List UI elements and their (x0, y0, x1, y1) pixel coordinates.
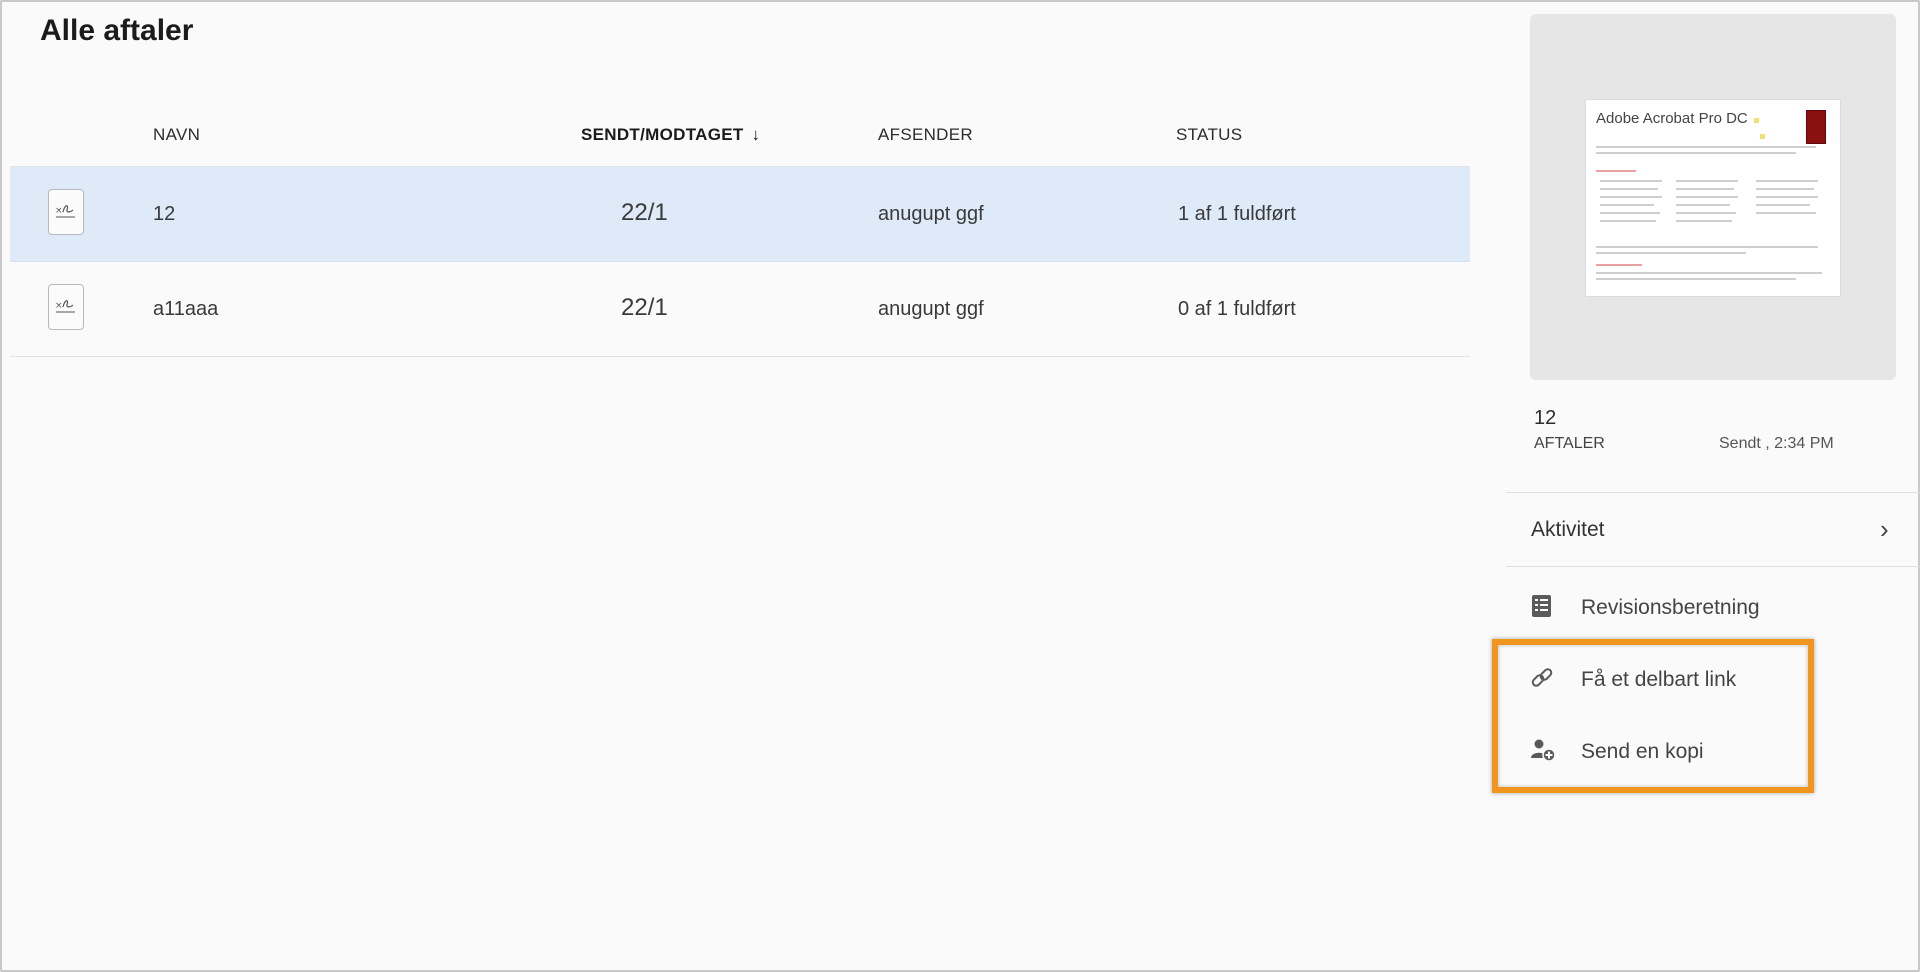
table-row[interactable]: × a11aaa 22/1 anugupt ggf 0 af 1 fuldfør… (10, 262, 1470, 357)
text-line (1756, 188, 1814, 190)
text-line (1596, 146, 1816, 148)
arrow-down-icon: ↓ (751, 125, 761, 144)
text-line (1600, 188, 1658, 190)
text-line (1600, 196, 1662, 198)
divider (1506, 566, 1920, 567)
add-user-icon (1530, 738, 1556, 762)
audit-report-icon (1530, 594, 1554, 618)
text-line (1756, 196, 1818, 198)
row-name: 12 (153, 203, 176, 225)
row-sender: anugupt ggf (878, 298, 984, 320)
link-icon (1530, 666, 1554, 690)
app-window: Alle aftaler NAVN SENDT/MODTAGET ↓ AFSEND… (0, 0, 1920, 972)
row-date: 22/1 (621, 294, 668, 321)
thumbnail-title: Adobe Acrobat Pro DC (1596, 110, 1748, 127)
column-header-sent-received-label: SENDT/MODTAGET (581, 125, 744, 144)
text-line (1596, 252, 1746, 254)
row-status: 1 af 1 fuldført (1178, 203, 1296, 225)
activity-row[interactable]: Aktivitet › (1506, 492, 1920, 566)
document-preview[interactable]: Adobe Acrobat Pro DC (1530, 14, 1896, 380)
text-line (1756, 212, 1816, 214)
column-header-status[interactable]: STATUS (1176, 125, 1242, 145)
text-line (1596, 272, 1822, 274)
decoration-dot (1760, 134, 1765, 139)
text-line (1676, 212, 1736, 214)
activity-label: Aktivitet (1531, 518, 1605, 541)
decoration-dot (1754, 118, 1759, 123)
document-icon: × (48, 189, 84, 235)
text-line (1600, 204, 1654, 206)
send-copy-label: Send en kopi (1581, 740, 1704, 763)
audit-report-label: Revisionsberetning (1581, 596, 1760, 619)
page-title: Alle aftaler (40, 14, 194, 47)
heading-line (1596, 264, 1642, 266)
column-header-sender[interactable]: AFSENDER (878, 125, 973, 145)
text-line (1600, 212, 1660, 214)
get-shareable-link-label: Få et delbart link (1581, 668, 1737, 691)
get-shareable-link-action[interactable]: Få et delbart link (1530, 656, 1870, 704)
chevron-right-icon: › (1880, 514, 1889, 544)
product-box-image (1806, 110, 1826, 144)
row-sender: anugupt ggf (878, 203, 984, 225)
svg-text:×: × (55, 301, 63, 311)
text-line (1676, 204, 1730, 206)
column-header-sent-received[interactable]: SENDT/MODTAGET ↓ (581, 125, 760, 145)
text-line (1600, 180, 1662, 182)
text-line (1676, 220, 1732, 222)
document-icon: × (48, 284, 84, 330)
column-header-name[interactable]: NAVN (153, 125, 200, 145)
send-copy-action[interactable]: Send en kopi (1530, 728, 1870, 776)
text-line (1596, 246, 1818, 248)
text-line (1596, 152, 1796, 154)
row-name: a11aaa (153, 298, 219, 320)
text-line (1676, 188, 1734, 190)
document-thumbnail: Adobe Acrobat Pro DC (1586, 100, 1840, 296)
text-line (1756, 204, 1810, 206)
table-row[interactable]: × 12 22/1 anugupt ggf 1 af 1 fuldført (10, 167, 1470, 262)
svg-text:×: × (55, 206, 63, 216)
selected-document-name: 12 (1534, 407, 1557, 429)
row-status: 0 af 1 fuldført (1178, 298, 1296, 320)
text-line (1676, 180, 1738, 182)
heading-line (1596, 170, 1636, 172)
selected-document-type: AFTALER (1534, 435, 1605, 452)
text-line (1756, 180, 1818, 182)
table-header: NAVN SENDT/MODTAGET ↓ AFSENDER STATUS (10, 102, 1470, 167)
row-date: 22/1 (621, 199, 668, 226)
text-line (1676, 196, 1738, 198)
agreements-table: NAVN SENDT/MODTAGET ↓ AFSENDER STATUS × 1… (10, 102, 1470, 357)
audit-report-action[interactable]: Revisionsberetning (1530, 584, 1870, 632)
text-line (1596, 278, 1796, 280)
selected-document-sent: Sendt , 2:34 PM (1719, 435, 1834, 452)
text-line (1600, 220, 1656, 222)
